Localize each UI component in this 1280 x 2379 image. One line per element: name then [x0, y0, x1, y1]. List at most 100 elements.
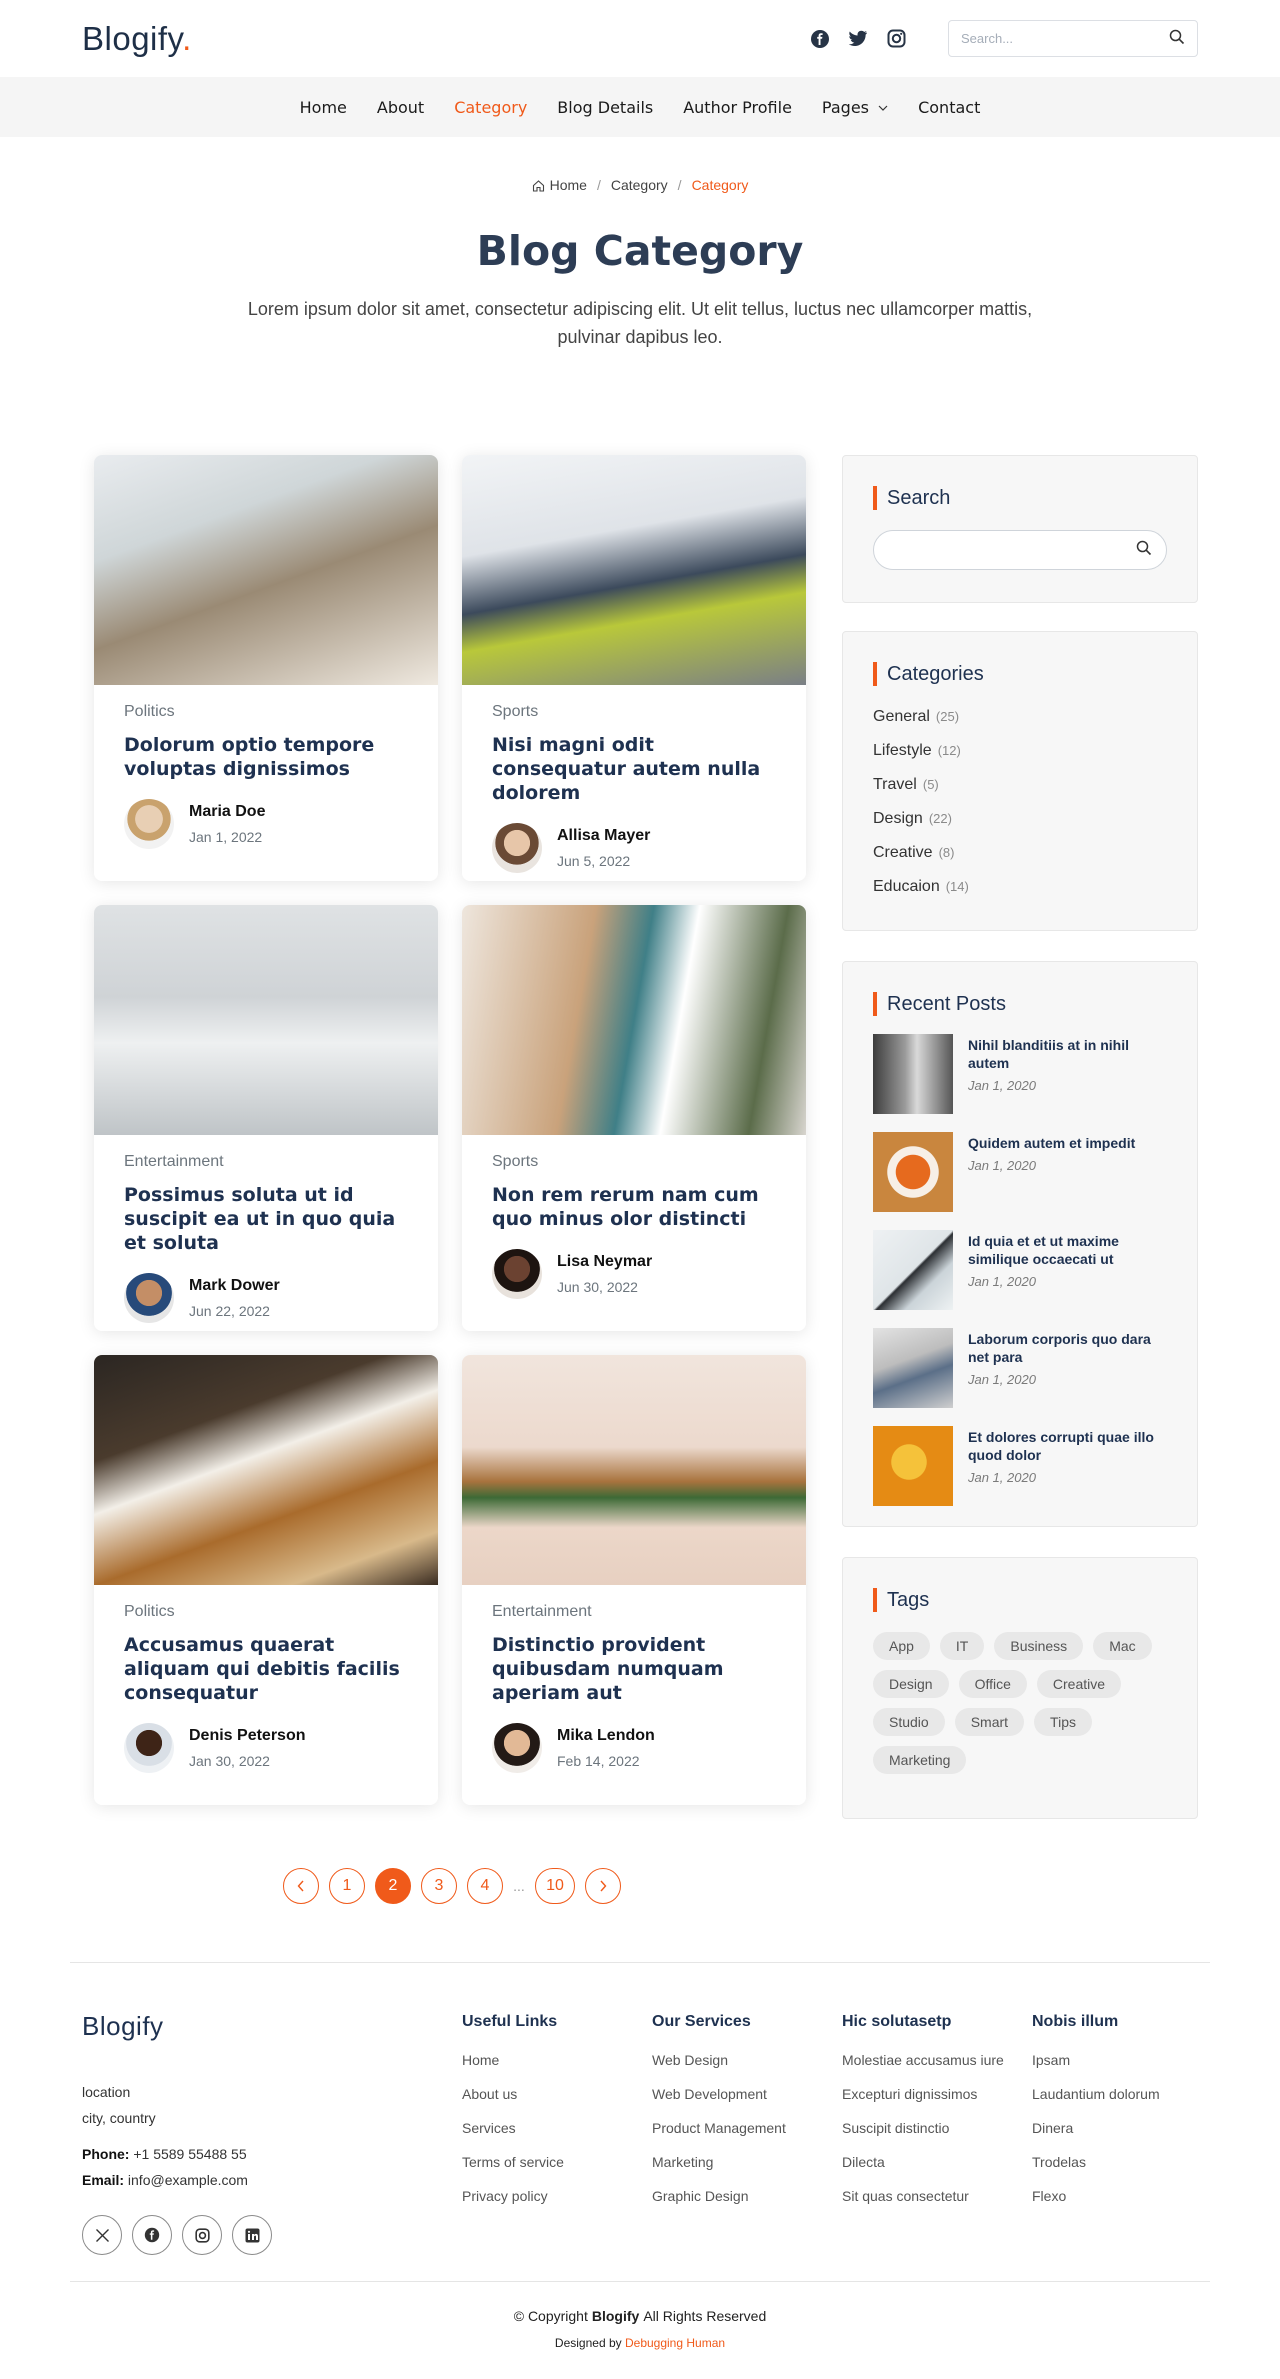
author-name[interactable]: Denis Peterson	[189, 1727, 305, 1745]
search-icon[interactable]	[1136, 540, 1152, 561]
tag[interactable]: IT	[939, 1632, 985, 1660]
recent-post-title[interactable]: Nihil blanditiis at in nihil autem	[968, 1036, 1167, 1072]
recent-post-title[interactable]: Quidem autem et impedit	[968, 1134, 1135, 1152]
tag[interactable]: Smart	[954, 1708, 1025, 1736]
post-image[interactable]	[94, 1355, 438, 1585]
prev-page-button[interactable]	[283, 1868, 319, 1904]
post-category[interactable]: Politics	[124, 703, 408, 721]
footer-phone[interactable]: +1 5589 55488 55	[133, 2146, 246, 2162]
footer-link[interactable]: Privacy policy	[462, 2179, 564, 2213]
page-button[interactable]: 1	[329, 1868, 365, 1904]
recent-post[interactable]: Id quia et et ut maxime similique occaec…	[873, 1230, 1167, 1310]
sidebar-search-input[interactable]	[873, 530, 1167, 570]
recent-post-title[interactable]: Laborum corporis quo dara net para	[968, 1330, 1167, 1366]
post-image[interactable]	[462, 1355, 806, 1585]
recent-post-image[interactable]	[873, 1426, 953, 1506]
post-category[interactable]: Sports	[492, 1153, 776, 1171]
post-category[interactable]: Entertainment	[492, 1603, 776, 1621]
footer-link[interactable]: Ipsam	[1032, 2043, 1160, 2077]
category-item[interactable]: General (25)	[873, 700, 1167, 734]
recent-post-image[interactable]	[873, 1034, 953, 1114]
x-icon[interactable]	[82, 2215, 122, 2255]
recent-post-title[interactable]: Et dolores corrupti quae illo quod dolor	[968, 1428, 1167, 1464]
category-item[interactable]: Lifestyle (12)	[873, 734, 1167, 768]
post-category[interactable]: Sports	[492, 703, 776, 721]
site-logo[interactable]: Blogify.	[82, 20, 192, 58]
breadcrumb-category[interactable]: Category	[611, 177, 668, 193]
page-button[interactable]: 3	[421, 1868, 457, 1904]
author-name[interactable]: Mika Lendon	[557, 1727, 655, 1745]
footer-link[interactable]: Flexo	[1032, 2179, 1160, 2213]
author-name[interactable]: Allisa Mayer	[557, 827, 650, 845]
tag[interactable]: Creative	[1036, 1670, 1122, 1698]
instagram-icon[interactable]	[182, 2215, 222, 2255]
post-image[interactable]	[462, 905, 806, 1135]
recent-post-image[interactable]	[873, 1230, 953, 1310]
post-title[interactable]: Nisi magni odit consequatur autem nulla …	[492, 733, 776, 805]
post-title[interactable]: Distinctio provident quibusdam numquam a…	[492, 1633, 776, 1705]
facebook-icon[interactable]	[132, 2215, 172, 2255]
category-item[interactable]: Design (22)	[873, 802, 1167, 836]
tag[interactable]: Mac	[1093, 1632, 1152, 1660]
tag[interactable]: Marketing	[873, 1746, 967, 1774]
facebook-icon[interactable]	[808, 27, 832, 51]
footer-logo[interactable]: Blogify	[82, 2011, 164, 2042]
nav-contact[interactable]: Contact	[903, 98, 995, 117]
page-button[interactable]: 4	[467, 1868, 503, 1904]
tag[interactable]: Office	[958, 1670, 1027, 1698]
footer-link[interactable]: Product Management	[652, 2111, 786, 2145]
recent-post[interactable]: Laborum corporis quo dara net para Jan 1…	[873, 1328, 1167, 1408]
footer-link[interactable]: Suscipit distinctio	[842, 2111, 1004, 2145]
category-item[interactable]: Educaion (14)	[873, 870, 1167, 904]
author-name[interactable]: Maria Doe	[189, 803, 265, 821]
footer-link[interactable]: Trodelas	[1032, 2145, 1160, 2179]
footer-link[interactable]: Web Design	[652, 2043, 786, 2077]
footer-link[interactable]: Web Development	[652, 2077, 786, 2111]
recent-post[interactable]: Quidem autem et impedit Jan 1, 2020	[873, 1132, 1167, 1212]
nav-about[interactable]: About	[362, 98, 439, 117]
recent-post-image[interactable]	[873, 1132, 953, 1212]
post-card[interactable]: Politics Dolorum optio tempore voluptas …	[94, 455, 438, 881]
linkedin-icon[interactable]	[232, 2215, 272, 2255]
footer-link[interactable]: Dilecta	[842, 2145, 1004, 2179]
footer-link[interactable]: Home	[462, 2043, 564, 2077]
category-item[interactable]: Travel (5)	[873, 768, 1167, 802]
footer-link[interactable]: Marketing	[652, 2145, 786, 2179]
footer-link[interactable]: Services	[462, 2111, 564, 2145]
category-item[interactable]: Creative (8)	[873, 836, 1167, 870]
post-image[interactable]	[462, 455, 806, 685]
post-card[interactable]: Entertainment Possimus soluta ut id susc…	[94, 905, 438, 1331]
tag[interactable]: Tips	[1034, 1708, 1092, 1736]
author-name[interactable]: Lisa Neymar	[557, 1253, 652, 1271]
header-search-input[interactable]: Search...	[948, 20, 1198, 57]
post-title[interactable]: Dolorum optio tempore voluptas dignissim…	[124, 733, 408, 781]
nav-home[interactable]: Home	[285, 98, 362, 117]
post-category[interactable]: Entertainment	[124, 1153, 408, 1171]
footer-link[interactable]: Terms of service	[462, 2145, 564, 2179]
recent-post-title[interactable]: Id quia et et ut maxime similique occaec…	[968, 1232, 1167, 1268]
footer-link[interactable]: Excepturi dignissimos	[842, 2077, 1004, 2111]
recent-post[interactable]: Et dolores corrupti quae illo quod dolor…	[873, 1426, 1167, 1506]
tag[interactable]: Design	[873, 1670, 949, 1698]
designer-link[interactable]: Debugging Human	[625, 2336, 725, 2350]
next-page-button[interactable]	[585, 1868, 621, 1904]
instagram-icon[interactable]	[884, 27, 908, 51]
tag[interactable]: Business	[994, 1632, 1084, 1660]
post-title[interactable]: Non rem rerum nam cum quo minus olor dis…	[492, 1183, 776, 1231]
post-image[interactable]	[94, 455, 438, 685]
recent-post[interactable]: Nihil blanditiis at in nihil autem Jan 1…	[873, 1034, 1167, 1114]
nav-author-profile[interactable]: Author Profile	[668, 98, 807, 117]
post-category[interactable]: Politics	[124, 1603, 408, 1621]
post-image[interactable]	[94, 905, 438, 1135]
footer-link[interactable]: Laudantium dolorum	[1032, 2077, 1160, 2111]
twitter-icon[interactable]	[846, 27, 870, 51]
tag[interactable]: App	[873, 1632, 930, 1660]
post-title[interactable]: Accusamus quaerat aliquam qui debitis fa…	[124, 1633, 408, 1705]
breadcrumb-home[interactable]: Home	[532, 177, 587, 193]
footer-link[interactable]: Graphic Design	[652, 2179, 786, 2213]
post-card[interactable]: Entertainment Distinctio provident quibu…	[462, 1355, 806, 1805]
recent-post-image[interactable]	[873, 1328, 953, 1408]
nav-blog-details[interactable]: Blog Details	[542, 98, 668, 117]
post-card[interactable]: Sports Nisi magni odit consequatur autem…	[462, 455, 806, 881]
page-button-current[interactable]: 2	[375, 1868, 411, 1904]
